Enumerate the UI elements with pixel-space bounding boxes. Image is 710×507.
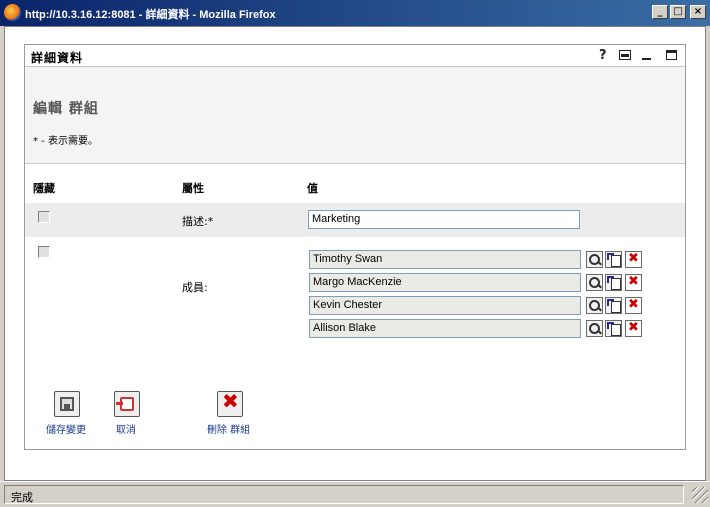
search-icon[interactable] (586, 251, 603, 268)
save-changes-label[interactable]: 儲存變更 (46, 421, 86, 436)
column-header-hide: 隱藏 (33, 182, 55, 195)
member-field[interactable]: Margo MacKenzie (309, 273, 581, 292)
resize-grip-icon[interactable] (692, 487, 708, 503)
print-icon[interactable] (619, 50, 631, 60)
history-icon[interactable] (605, 297, 622, 314)
member-field[interactable]: Kevin Chester (309, 296, 581, 315)
firefox-logo-icon (4, 4, 21, 21)
close-window-button[interactable]: × (690, 5, 706, 19)
members-label: 成員: (182, 281, 208, 294)
status-text: 完成 (4, 485, 684, 504)
column-header-attribute: 屬性 (182, 182, 204, 195)
maximize-window-button[interactable]: □ (670, 5, 686, 19)
delete-group-button[interactable]: ✖ (217, 391, 243, 417)
member-field[interactable]: Timothy Swan (309, 250, 581, 269)
window-title: http://10.3.16.12:8081 - 詳細資料 - Mozilla … (25, 9, 276, 21)
minimize-icon[interactable] (642, 58, 651, 60)
delete-x-icon: ✖ (222, 389, 239, 413)
required-note: * - 表示需要。 (33, 136, 98, 147)
save-changes-button[interactable] (54, 391, 80, 417)
window-controls: _ □ × (652, 5, 706, 19)
cancel-button[interactable] (114, 391, 140, 417)
browser-viewport: 詳細資料 ? 編輯 群組 * - 表示需要。 隱藏 屬性 值 描述:* Mark… (4, 26, 706, 481)
description-row: 描述:* Marketing (25, 203, 685, 237)
panel-title: 詳細資料 (31, 51, 84, 65)
delete-icon[interactable]: ✖ (625, 251, 642, 268)
window-titlebar: http://10.3.16.12:8081 - 詳細資料 - Mozilla … (0, 0, 710, 26)
cancel-icon (116, 397, 134, 411)
history-icon[interactable] (605, 320, 622, 337)
details-panel: 詳細資料 ? 編輯 群組 * - 表示需要。 隱藏 屬性 值 描述:* Mark… (24, 44, 686, 450)
column-header-value: 值 (307, 182, 318, 195)
member-field[interactable]: Allison Blake (309, 319, 581, 338)
panel-header: 詳細資料 ? (25, 45, 685, 67)
maximize-icon[interactable] (666, 50, 677, 60)
cancel-label[interactable]: 取消 (116, 421, 136, 436)
delete-icon[interactable]: ✖ (625, 274, 642, 291)
search-icon[interactable] (586, 274, 603, 291)
description-input[interactable]: Marketing (308, 210, 580, 229)
hide-members-checkbox[interactable] (38, 246, 50, 258)
history-icon[interactable] (605, 274, 622, 291)
search-icon[interactable] (586, 297, 603, 314)
floppy-disk-icon (60, 397, 74, 411)
page-title: 編輯 群組 (33, 101, 99, 117)
description-label: 描述:* (182, 215, 214, 228)
search-icon[interactable] (586, 320, 603, 337)
history-icon[interactable] (605, 251, 622, 268)
help-icon[interactable]: ? (599, 48, 607, 63)
status-bar: 完成 (0, 481, 710, 507)
minimize-window-button[interactable]: _ (652, 5, 668, 19)
delete-icon[interactable]: ✖ (625, 320, 642, 337)
delete-icon[interactable]: ✖ (625, 297, 642, 314)
delete-group-label[interactable]: 刪除 群組 (207, 421, 250, 436)
hide-description-checkbox[interactable] (38, 211, 50, 223)
form-info: 編輯 群組 * - 表示需要。 (25, 67, 685, 164)
